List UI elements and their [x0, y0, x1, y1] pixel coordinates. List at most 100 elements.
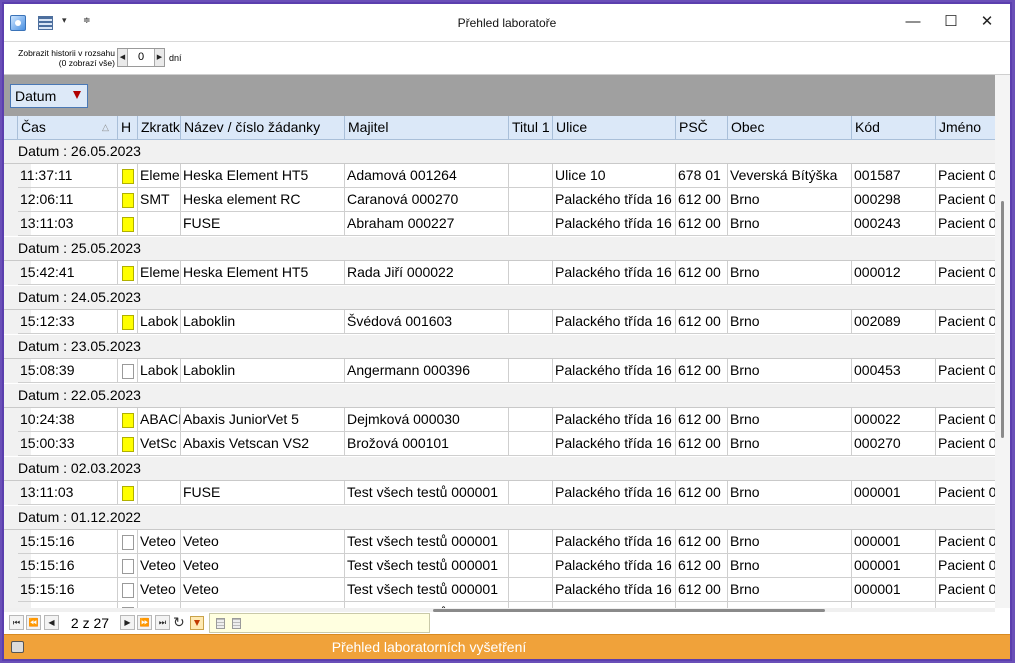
cell-psc[interactable]: 612 00: [676, 310, 728, 334]
group-by-chip[interactable]: Datum: [10, 84, 88, 108]
column-header-majitel[interactable]: Majitel: [345, 116, 509, 139]
close-button[interactable]: ✕: [977, 12, 997, 32]
highlight-flag-on[interactable]: [122, 217, 134, 232]
cell-nazev[interactable]: FUSE: [181, 481, 345, 505]
cell-cas[interactable]: 11:37:11: [18, 164, 118, 188]
table-row[interactable]: 15:15:16 Veteo Veteo Test všech testů 00000…: [4, 578, 995, 602]
cell-h[interactable]: [118, 164, 138, 188]
highlight-flag-off[interactable]: [122, 364, 134, 379]
table-row[interactable]: 15:00:33 VetSc Abaxis Vetscan VS2 Brožová 0…: [4, 432, 995, 456]
cell-h[interactable]: [118, 481, 138, 505]
cell-zkratka[interactable]: Eleme: [138, 261, 181, 285]
cell-titul[interactable]: [509, 212, 553, 236]
cell-cas[interactable]: 15:00:33: [18, 432, 118, 456]
column-header-obec[interactable]: Obec: [728, 116, 852, 139]
cell-psc[interactable]: 612 00: [676, 530, 728, 554]
cell-psc[interactable]: 612 00: [676, 578, 728, 602]
cell-cas[interactable]: 15:42:41: [18, 261, 118, 285]
cell-jmeno[interactable]: Pacient 0: [936, 212, 995, 236]
cell-obec[interactable]: Brno: [728, 530, 852, 554]
cell-obec[interactable]: Brno: [728, 310, 852, 334]
cell-titul[interactable]: [509, 530, 553, 554]
column-header-psc[interactable]: PSČ: [676, 116, 728, 139]
cell-kod[interactable]: 001587: [852, 164, 936, 188]
cell-h[interactable]: [118, 578, 138, 602]
column-header-jmeno[interactable]: Jméno: [936, 116, 995, 139]
history-days-stepper[interactable]: ◀ 0 ▶: [117, 48, 165, 67]
cell-jmeno[interactable]: Pacient 0: [936, 432, 995, 456]
cell-obec[interactable]: Brno: [728, 554, 852, 578]
cell-obec[interactable]: Brno: [728, 359, 852, 383]
cell-majitel[interactable]: Angermann 000396: [345, 359, 509, 383]
cell-nazev[interactable]: Laboklin: [181, 359, 345, 383]
table-row[interactable]: 11:37:11 Eleme Heska Element HT5 Adamová 00…: [4, 164, 995, 188]
navigator-filter-field[interactable]: [209, 613, 430, 633]
cell-titul[interactable]: [509, 310, 553, 334]
cell-psc[interactable]: 612 00: [676, 359, 728, 383]
cell-kod[interactable]: 000298: [852, 188, 936, 212]
cell-psc[interactable]: 678 01: [676, 164, 728, 188]
cell-obec[interactable]: Brno: [728, 188, 852, 212]
cell-zkratka[interactable]: Labok: [138, 359, 181, 383]
column-header-titul[interactable]: Titul 1: [509, 116, 553, 139]
column-header-ulice[interactable]: Ulice: [553, 116, 676, 139]
table-row[interactable]: 15:15:16 Veteo Veteo Test všech testů 00000…: [4, 554, 995, 578]
highlight-flag-on[interactable]: [122, 266, 134, 281]
cell-ulice[interactable]: Palackého třída 16: [553, 554, 676, 578]
cell-kod[interactable]: 000001: [852, 481, 936, 505]
cell-jmeno[interactable]: Pacient 0: [936, 530, 995, 554]
cell-h[interactable]: [118, 432, 138, 456]
cell-zkratka[interactable]: [138, 212, 181, 236]
column-header-zkratka[interactable]: Zkratk: [138, 116, 181, 139]
cell-zkratka[interactable]: Eleme: [138, 164, 181, 188]
cell-nazev[interactable]: Veteo: [181, 554, 345, 578]
cell-obec[interactable]: Brno: [728, 432, 852, 456]
cell-majitel[interactable]: Test všech testů 000001: [345, 530, 509, 554]
cell-zkratka[interactable]: Veteo: [138, 530, 181, 554]
cell-majitel[interactable]: Test všech testů 000001: [345, 481, 509, 505]
cell-ulice[interactable]: Palackého třída 16: [553, 408, 676, 432]
group-row[interactable]: Datum : 23.05.2023: [4, 335, 995, 359]
sort-asc-icon[interactable]: △: [102, 116, 109, 139]
cell-nazev[interactable]: Heska Element HT5: [181, 261, 345, 285]
vertical-scrollbar[interactable]: [995, 75, 1010, 608]
cell-jmeno[interactable]: Pacient 0: [936, 261, 995, 285]
table-row[interactable]: 13:11:03 FUSE Abraham 000227 Palackého tříd…: [4, 212, 995, 236]
cell-zkratka[interactable]: SMT: [138, 188, 181, 212]
cell-psc[interactable]: 612 00: [676, 188, 728, 212]
highlight-flag-on[interactable]: [122, 413, 134, 428]
table-row[interactable]: 13:11:03 FUSE Test všech testů 000001 Palac…: [4, 481, 995, 505]
highlight-flag-on[interactable]: [122, 169, 134, 184]
delete-icon[interactable]: [216, 618, 225, 629]
next-record-button[interactable]: ▶: [120, 615, 135, 630]
next-page-button[interactable]: ⏩: [137, 615, 152, 630]
cell-jmeno[interactable]: Pacient 0: [936, 164, 995, 188]
column-header-kod[interactable]: Kód: [852, 116, 936, 139]
prev-record-button[interactable]: ◀: [44, 615, 59, 630]
cell-zkratka[interactable]: Veteo: [138, 578, 181, 602]
cell-h[interactable]: [118, 554, 138, 578]
cell-nazev[interactable]: Veteo: [181, 530, 345, 554]
cell-majitel[interactable]: Abraham 000227: [345, 212, 509, 236]
group-row[interactable]: Datum : 26.05.2023: [4, 140, 995, 164]
cell-cas[interactable]: 15:12:33: [18, 310, 118, 334]
cell-titul[interactable]: [509, 578, 553, 602]
cell-nazev[interactable]: Heska Element HT5: [181, 164, 345, 188]
cell-obec[interactable]: Veverská Bítýška: [728, 164, 852, 188]
cell-zkratka[interactable]: [138, 481, 181, 505]
cell-titul[interactable]: [509, 164, 553, 188]
cell-nazev[interactable]: Abaxis Vetscan VS2: [181, 432, 345, 456]
cell-jmeno[interactable]: Pacient 0: [936, 188, 995, 212]
cell-obec[interactable]: Brno: [728, 212, 852, 236]
table-row[interactable]: 15:12:33 Labok Laboklin Švédová 001603 Palac…: [4, 310, 995, 334]
highlight-flag-on[interactable]: [122, 486, 134, 501]
cell-psc[interactable]: 612 00: [676, 432, 728, 456]
filter-icon[interactable]: [190, 616, 204, 630]
cell-kod[interactable]: 000453: [852, 359, 936, 383]
cell-h[interactable]: [118, 310, 138, 334]
prev-page-button[interactable]: ⏪: [26, 615, 41, 630]
cell-zkratka[interactable]: Labok: [138, 310, 181, 334]
cell-jmeno[interactable]: Pacient 0: [936, 578, 995, 602]
cell-titul[interactable]: [509, 481, 553, 505]
first-record-button[interactable]: ⏮: [9, 615, 24, 630]
